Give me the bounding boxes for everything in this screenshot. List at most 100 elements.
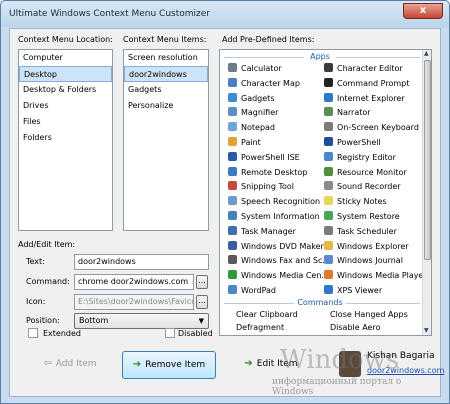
predefined-scrollbar[interactable]: ▲ ▼ bbox=[422, 50, 431, 335]
items-group-label: Context Menu Items: bbox=[123, 35, 207, 44]
character-map-icon bbox=[228, 77, 237, 87]
app-item-media-player[interactable]: Windows Media Player bbox=[324, 270, 427, 282]
predefined-group-label: Add Pre-Defined Items: bbox=[222, 35, 315, 44]
title-bar[interactable]: Ultimate Windows Context Menu Customizer… bbox=[1, 1, 449, 27]
app-item-label: PowerShell ISE bbox=[241, 152, 300, 162]
app-item-speech-recognition[interactable]: Speech Recognition bbox=[228, 196, 320, 208]
app-item-command-prompt[interactable]: Command Prompt bbox=[324, 77, 409, 90]
remove-item-label: Remove Item bbox=[145, 360, 206, 370]
command-item[interactable]: Close Hanged Apps bbox=[330, 310, 408, 319]
task-scheduler-icon bbox=[324, 225, 333, 235]
remote-desktop-icon bbox=[228, 166, 237, 176]
menu-item-door2windows[interactable]: door2windows bbox=[124, 66, 208, 82]
location-item-desktop[interactable]: Desktop bbox=[19, 66, 112, 82]
character-editor-icon bbox=[324, 63, 333, 72]
media-center-icon bbox=[228, 270, 237, 280]
app-item-internet-explorer[interactable]: Internet Explorer bbox=[324, 92, 405, 105]
system-restore-icon bbox=[324, 211, 333, 220]
command-input[interactable]: chrome door2windows.com bbox=[74, 274, 194, 290]
location-item-drives[interactable]: Drives bbox=[19, 98, 112, 114]
powershell-ise-icon bbox=[228, 151, 237, 161]
app-window: Ultimate Windows Context Menu Customizer… bbox=[0, 0, 450, 404]
app-item-registry-editor[interactable]: Registry Editor bbox=[324, 151, 396, 164]
menu-item-personalize[interactable]: Personalize bbox=[124, 98, 208, 114]
app-item-character-editor[interactable]: Character Editor bbox=[324, 63, 403, 75]
arrow-right-icon: ➔ bbox=[244, 358, 253, 369]
app-item-narrator[interactable]: Narrator bbox=[324, 107, 371, 119]
media-player-icon bbox=[324, 270, 333, 280]
command-item[interactable]: Defragment bbox=[236, 323, 284, 332]
disabled-checkbox[interactable] bbox=[165, 328, 175, 338]
app-item-remote-desktop[interactable]: Remote Desktop bbox=[228, 166, 308, 179]
extended-checkbox[interactable] bbox=[28, 328, 38, 338]
scroll-up-icon[interactable]: ▲ bbox=[424, 50, 429, 57]
app-item-powershell-ise[interactable]: PowerShell ISE bbox=[228, 151, 300, 164]
app-item-windows-explorer[interactable]: Windows Explorer bbox=[324, 240, 409, 253]
position-select[interactable]: Bottom ▼ bbox=[74, 313, 209, 329]
icon-browse-button[interactable]: ... bbox=[196, 295, 208, 309]
command-browse-button[interactable]: ... bbox=[196, 275, 208, 289]
app-item-label: Windows Media Cen... bbox=[241, 271, 330, 281]
notepad-icon bbox=[228, 122, 237, 132]
extended-label: Extended bbox=[43, 329, 81, 338]
snipping-tool-icon bbox=[228, 181, 237, 191]
menu-item-screen-resolution[interactable]: Screen resolution bbox=[124, 50, 208, 66]
app-item-calculator[interactable]: Calculator bbox=[228, 63, 282, 75]
app-item-label: Remote Desktop bbox=[241, 167, 308, 177]
app-item-sound-recorder[interactable]: Sound Recorder bbox=[324, 181, 401, 193]
app-item-system-restore[interactable]: System Restore bbox=[324, 211, 400, 223]
speech-recognition-icon bbox=[228, 196, 237, 206]
app-item-magnifier[interactable]: Magnifier bbox=[228, 107, 278, 119]
app-item-label: System Information bbox=[241, 212, 320, 221]
scroll-thumb[interactable] bbox=[424, 60, 431, 260]
app-item-paint[interactable]: Paint bbox=[228, 137, 261, 149]
app-item-label: Windows Fax and Sc... bbox=[241, 256, 330, 266]
close-button[interactable]: x bbox=[403, 3, 443, 19]
icon-input[interactable]: E:\Sites\door2windows\Favicon.ic bbox=[74, 294, 194, 310]
app-item-label: Resource Monitor bbox=[337, 167, 407, 177]
app-item-resource-monitor[interactable]: Resource Monitor bbox=[324, 166, 407, 179]
app-item-snipping-tool[interactable]: Snipping Tool bbox=[228, 181, 294, 193]
watermark-tagline: информационный портал о Windows bbox=[272, 377, 402, 397]
app-item-label: System Restore bbox=[337, 212, 400, 221]
registry-editor-icon bbox=[324, 151, 333, 161]
app-item-keyboard[interactable]: On-Screen Keyboard bbox=[324, 122, 419, 134]
app-item-sticky-notes[interactable]: Sticky Notes bbox=[324, 196, 387, 208]
app-item-dvd-maker[interactable]: Windows DVD Maker bbox=[228, 240, 324, 253]
app-item-media-center[interactable]: Windows Media Cen... bbox=[228, 270, 329, 282]
app-item-xps-viewer[interactable]: XPS Viewer bbox=[324, 285, 382, 297]
menu-item-gadgets[interactable]: Gadgets bbox=[124, 82, 208, 98]
scroll-down-icon[interactable]: ▼ bbox=[424, 327, 429, 334]
fax-scan-icon bbox=[228, 255, 237, 265]
items-list[interactable]: Screen resolution door2windows Gadgets P… bbox=[123, 49, 209, 231]
predefined-list[interactable]: Apps Calculator Character Editor Character… bbox=[219, 49, 432, 336]
app-item-system-information[interactable]: System Information bbox=[228, 211, 320, 223]
app-item-gadgets[interactable]: Gadgets bbox=[228, 92, 274, 105]
location-item-folders[interactable]: Folders bbox=[19, 130, 112, 146]
app-item-character-map[interactable]: Character Map bbox=[228, 77, 300, 90]
location-item-files[interactable]: Files bbox=[19, 114, 112, 130]
text-input[interactable]: door2windows bbox=[74, 254, 209, 270]
app-item-task-manager[interactable]: Task Manager bbox=[228, 225, 296, 238]
command-item[interactable]: Clear Clipboard bbox=[236, 310, 298, 319]
app-item-label: Notepad bbox=[241, 123, 275, 133]
app-item-powershell[interactable]: PowerShell bbox=[324, 137, 381, 149]
app-item-notepad[interactable]: Notepad bbox=[228, 122, 275, 134]
app-item-fax-scan[interactable]: Windows Fax and Sc... bbox=[228, 255, 330, 267]
app-item-windows-journal[interactable]: Windows Journal bbox=[324, 255, 403, 267]
app-item-task-scheduler[interactable]: Task Scheduler bbox=[324, 225, 397, 238]
command-item[interactable]: Disable Aero bbox=[330, 323, 380, 332]
location-item-computer[interactable]: Computer bbox=[19, 50, 112, 66]
windows-journal-icon bbox=[324, 255, 333, 265]
resource-monitor-icon bbox=[324, 166, 333, 176]
app-item-wordpad[interactable]: WordPad bbox=[228, 285, 276, 297]
app-item-label: Registry Editor bbox=[337, 152, 396, 162]
apps-divider-left bbox=[224, 57, 304, 58]
app-item-label: Snipping Tool bbox=[241, 182, 294, 192]
internet-explorer-icon bbox=[324, 92, 333, 102]
location-list[interactable]: Computer Desktop Desktop & Folders Drive… bbox=[18, 49, 113, 231]
narrator-icon bbox=[324, 107, 333, 117]
location-item-desktop-folders[interactable]: Desktop & Folders bbox=[19, 82, 112, 98]
remove-item-button[interactable]: ➔ Remove Item bbox=[122, 351, 216, 379]
add-item-button[interactable]: ⇦ Add Item bbox=[30, 351, 110, 379]
